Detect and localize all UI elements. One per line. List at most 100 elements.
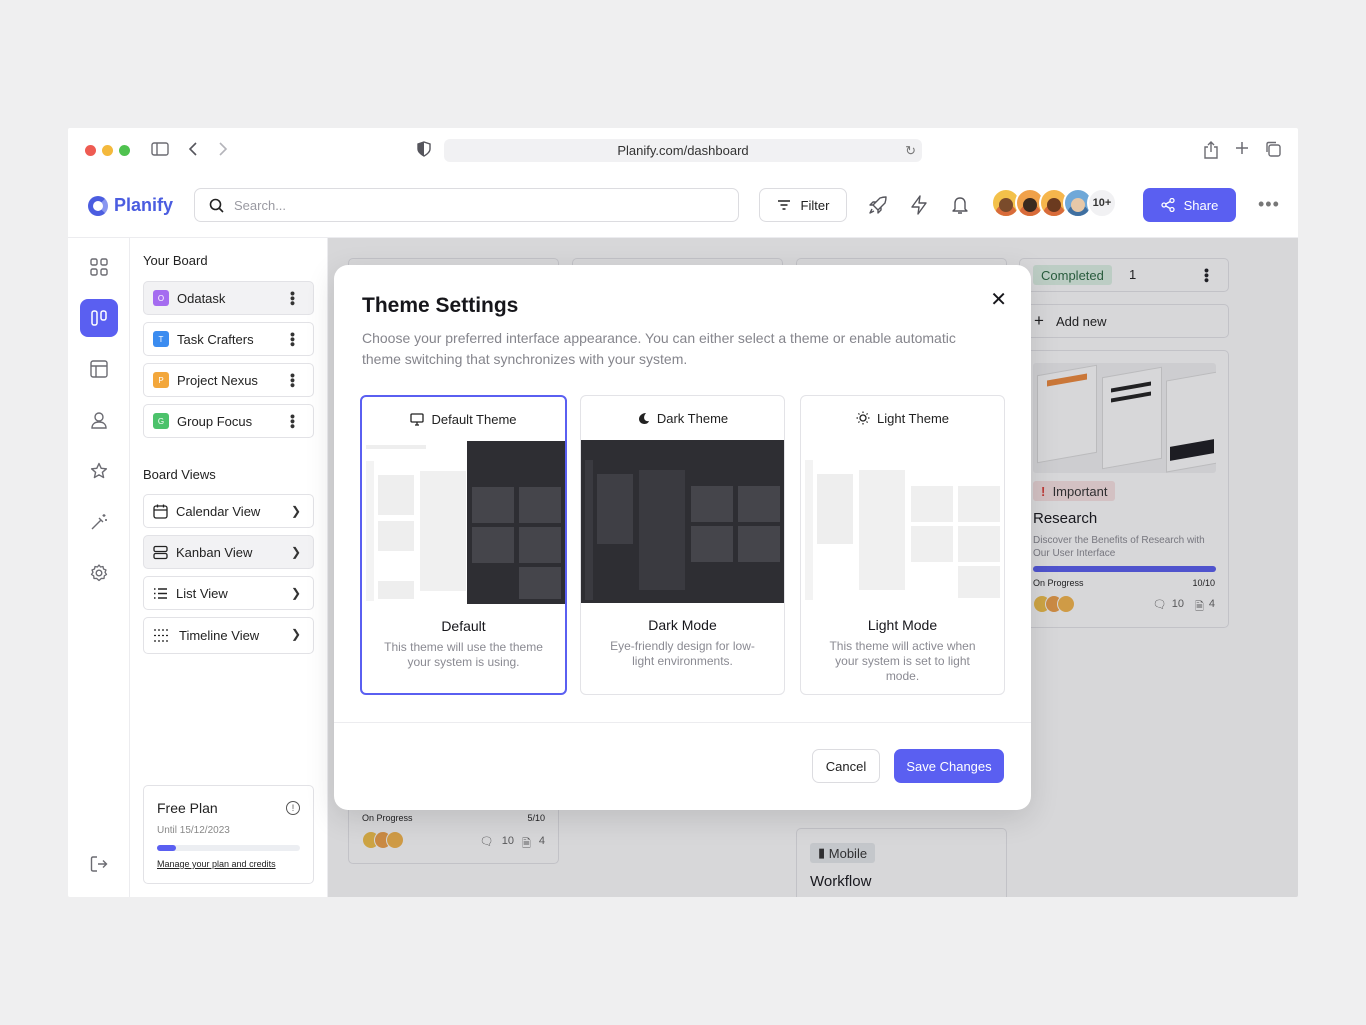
lightning-icon[interactable]	[910, 195, 928, 220]
maximize-window-button[interactable]	[119, 145, 130, 156]
plan-title: Free Plan	[157, 800, 218, 816]
close-icon[interactable]: ✕	[990, 287, 1007, 312]
more-avatars-badge[interactable]: 10+	[1087, 188, 1117, 218]
shield-icon	[417, 141, 431, 161]
collaborator-avatars[interactable]: 10+	[991, 188, 1117, 218]
monitor-icon	[410, 412, 425, 426]
theme-option-header: Default Theme	[362, 397, 565, 441]
theme-option-default[interactable]: Default Theme Default This theme will us…	[360, 395, 567, 695]
theme-option-header: Dark Theme	[581, 396, 784, 440]
kanban-icon	[153, 545, 168, 559]
modal-title: Theme Settings	[362, 294, 519, 317]
star-icon[interactable]	[88, 460, 110, 482]
view-item-kanban[interactable]: Kanban View ❯	[143, 535, 314, 569]
chevron-right-icon: ❯	[290, 545, 301, 559]
list-icon	[154, 587, 167, 599]
plan-progress-bar	[157, 845, 300, 851]
plan-until-date: Until 15/12/2023	[157, 825, 230, 836]
board-initial-badge: P	[153, 372, 169, 388]
url-text: Planify.com/dashboard	[617, 143, 749, 158]
bell-icon[interactable]	[951, 195, 969, 220]
board-item-group-focus[interactable]: G Group Focus •••	[143, 404, 314, 438]
icon-rail	[68, 238, 130, 897]
more-options-icon[interactable]: •••	[1258, 194, 1280, 215]
board-sidebar: Your Board O Odatask ••• T Task Crafters…	[130, 238, 328, 897]
new-tab-icon[interactable]	[1235, 141, 1249, 159]
chevron-right-icon: ❯	[290, 586, 301, 600]
filter-label: Filter	[800, 197, 830, 213]
moon-icon	[638, 412, 649, 424]
modal-description: Choose your preferred interface appearan…	[362, 330, 956, 367]
view-label: Calendar View	[176, 503, 261, 519]
theme-name: Light Mode	[867, 617, 938, 633]
save-changes-button[interactable]: Save Changes	[894, 749, 1004, 783]
theme-option-label: Light Theme	[876, 410, 950, 426]
plan-progress-fill	[157, 845, 176, 851]
manage-plan-link[interactable]: Manage your plan and credits	[157, 859, 300, 869]
filter-icon	[777, 200, 790, 210]
close-window-button[interactable]	[85, 145, 96, 156]
calendar-icon	[153, 504, 168, 519]
view-label: Timeline View	[179, 628, 260, 643]
your-board-title: Your Board	[143, 253, 208, 268]
search-placeholder: Search...	[234, 197, 287, 213]
dashboard-grid-icon[interactable]	[88, 256, 110, 278]
theme-description: Eye-friendly design for low-light enviro…	[610, 639, 755, 668]
board-icon[interactable]	[80, 299, 118, 337]
theme-name: Default	[441, 618, 486, 634]
browser-bar: Planify.com/dashboard ↻	[68, 128, 1298, 172]
info-icon[interactable]: !	[286, 801, 300, 815]
kebab-menu-icon[interactable]: •••	[285, 373, 301, 388]
search-input[interactable]: Search...	[194, 188, 739, 222]
magic-wand-icon[interactable]	[88, 511, 110, 533]
theme-option-label: Default Theme	[431, 411, 517, 427]
cancel-button[interactable]: Cancel	[812, 749, 880, 783]
brand-name: Planify	[114, 195, 174, 215]
view-label: Kanban View	[176, 544, 253, 560]
board-label: Odatask	[177, 290, 226, 306]
board-item-task-crafters[interactable]: T Task Crafters •••	[143, 322, 314, 356]
share-page-icon[interactable]	[1204, 141, 1218, 163]
kebab-menu-icon[interactable]: •••	[285, 291, 301, 306]
theme-option-light[interactable]: Light Theme Light Mode This theme will a…	[800, 395, 1005, 695]
kebab-menu-icon[interactable]: •••	[285, 414, 301, 429]
kebab-menu-icon[interactable]: •••	[285, 332, 301, 347]
view-item-timeline[interactable]: Timeline View ❯	[143, 617, 314, 654]
board-initial-badge: T	[153, 331, 169, 347]
view-item-list[interactable]: List View ❯	[143, 576, 314, 610]
board-item-project-nexus[interactable]: P Project Nexus •••	[143, 363, 314, 397]
logo-icon	[88, 195, 108, 216]
board-label: Project Nexus	[177, 372, 258, 388]
app-header: Planify Search... Filter 10+ Share •••	[68, 172, 1298, 238]
theme-preview	[801, 440, 1004, 603]
theme-option-dark[interactable]: Dark Theme Dark Mode Eye-friendly design…	[580, 395, 785, 695]
url-bar[interactable]: Planify.com/dashboard ↻	[444, 139, 922, 162]
tabs-overview-icon[interactable]	[1265, 141, 1281, 161]
board-label: Task Crafters	[177, 331, 254, 347]
share-label: Share	[1183, 197, 1219, 213]
theme-settings-modal: Theme Settings ✕ Choose your preferred i…	[334, 265, 1031, 810]
share-button[interactable]: Share	[1143, 188, 1236, 222]
forward-icon[interactable]	[218, 141, 228, 161]
planify-logo[interactable]: Planify	[88, 195, 173, 216]
view-label: List View	[176, 585, 228, 601]
sidebar-toggle-icon[interactable]	[151, 142, 169, 160]
logout-icon[interactable]	[88, 853, 110, 875]
settings-gear-icon[interactable]	[88, 562, 110, 584]
theme-description: This theme will use the theme your syste…	[384, 640, 543, 669]
board-initial-badge: G	[153, 413, 169, 429]
view-item-calendar[interactable]: Calendar View ❯	[143, 494, 314, 528]
chevron-right-icon: ❯	[290, 627, 301, 641]
board-initial-badge: O	[153, 290, 169, 306]
chevron-right-icon: ❯	[290, 504, 301, 518]
minimize-window-button[interactable]	[102, 145, 113, 156]
search-icon	[209, 198, 224, 213]
user-icon[interactable]	[88, 409, 110, 431]
theme-option-header: Light Theme	[801, 396, 1004, 440]
reload-icon[interactable]: ↻	[905, 143, 916, 159]
filter-button[interactable]: Filter	[759, 188, 847, 222]
table-icon[interactable]	[88, 358, 110, 380]
back-icon[interactable]	[188, 141, 198, 161]
board-item-odatask[interactable]: O Odatask •••	[143, 281, 314, 315]
rocket-icon[interactable]	[868, 195, 888, 220]
